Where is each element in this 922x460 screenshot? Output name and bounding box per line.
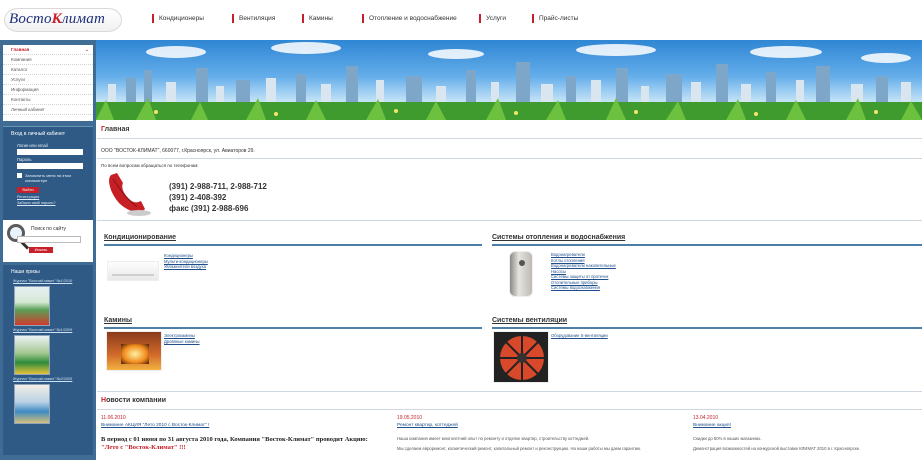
sidebar-item-services[interactable]: Услуги — [3, 75, 93, 85]
prizes-panel: Наши призы Журнал "ВостокКлимат" №1/2010… — [3, 265, 93, 455]
news-item: 19.05.2010 Ремонт квартир, коттеджей Наш… — [397, 415, 657, 452]
page-title: Главная — [101, 126, 130, 133]
divider — [97, 138, 922, 139]
divider — [97, 158, 922, 159]
product-link[interactable]: Системы защиты от протечек — [551, 274, 616, 280]
main-content: Главная ООО "ВОСТОК-КЛИМАТ", 660077, г.К… — [97, 121, 922, 460]
sidebar: Главная ⌄ Компания Каталог Услуги Информа… — [0, 40, 96, 460]
search-button[interactable]: Искать — [29, 247, 53, 253]
water-heater-image[interactable] — [509, 251, 533, 297]
news-title: Новости компании — [101, 397, 167, 404]
sidebar-item-account[interactable]: Личный кабинет — [3, 105, 93, 115]
login-title: Вход в личный кабинет — [11, 131, 65, 137]
remember-checkbox[interactable] — [17, 173, 22, 178]
product-link[interactable]: Оборудование S-вентиляции — [551, 333, 608, 339]
section-title-conditioning[interactable]: Кондиционирование — [104, 234, 176, 241]
fireplace-links: Электрокамины Дровяные камины — [164, 333, 200, 344]
login-label: Логин или email — [17, 143, 48, 148]
air-conditioner-image[interactable] — [107, 261, 159, 281]
fax-line: факс (391) 2-988-696 — [169, 204, 249, 213]
sidebar-item-information[interactable]: Информация — [3, 85, 93, 95]
register-link[interactable]: Регистрация — [3, 195, 93, 199]
product-link[interactable]: Электрокамины — [164, 333, 200, 339]
login-button[interactable]: Войти — [17, 187, 39, 193]
sidebar-item-company[interactable]: Компания — [3, 55, 93, 65]
search-title: Поиск по сайту — [31, 226, 67, 232]
sidebar-item-catalog[interactable]: Каталог — [3, 65, 93, 75]
prize-link[interactable]: Журнал "ВостокКлимат" №1/2010 — [3, 279, 93, 283]
news-promo-text: В период с 01 июня по 31 августа 2010 го… — [101, 436, 368, 451]
product-link[interactable]: Увлажнители воздуха — [164, 264, 208, 270]
news-item: 13.04.2010 Внимание акция! Скидки до 50%… — [693, 415, 918, 452]
logo-text: ВостоКлимат — [9, 11, 105, 27]
telephone-icon — [109, 173, 151, 216]
section-underline — [104, 244, 482, 246]
news-date: 11.06.2010 — [101, 415, 126, 421]
news-text: Мы сделаем евроремонт, косметический рем… — [397, 446, 642, 451]
search-input[interactable] — [17, 236, 81, 243]
sidebar-menu: Главная ⌄ Компания Каталог Услуги Информа… — [3, 45, 93, 121]
skyline-illustration — [96, 42, 922, 120]
nav-item-heating[interactable]: Отопление и водоснабжение — [362, 14, 457, 23]
news-date: 13.04.2010 — [693, 415, 719, 421]
prize-link[interactable]: Журнал "ВостокКлимат" №1/2009 — [3, 328, 93, 332]
fireplace-image[interactable] — [106, 331, 162, 371]
login-input[interactable] — [17, 149, 83, 155]
nav-item-services[interactable]: Услуги — [479, 14, 506, 23]
product-link[interactable]: Дровяные камины — [164, 339, 200, 345]
heating-links: Водонагреватели Котлы отопления Водонагр… — [551, 252, 616, 291]
section-underline — [104, 327, 482, 329]
ventilation-links: Оборудование S-вентиляции — [551, 333, 608, 339]
phone-line: (391) 2-988-711, 2-988-712 — [169, 182, 267, 191]
remember-me[interactable]: Запомнить меня на этом компьютере — [17, 173, 93, 183]
conditioning-links: Кондиционеры Мульти-кондиционеры Увлажни… — [164, 253, 208, 270]
news-item: 11.06.2010 Внимание АКЦИЯ "Лето 2010 с В… — [101, 415, 368, 452]
prizes-title: Наши призы — [11, 269, 40, 275]
city-banner — [96, 40, 922, 120]
phone-numbers: (391) 2-988-711, 2-988-712 (391) 2-408-3… — [169, 181, 267, 214]
section-title-ventilation[interactable]: Системы вентиляции — [492, 317, 567, 324]
phone-line: (391) 2-408-392 — [169, 193, 227, 202]
product-link[interactable]: Системы водоснабжения — [551, 285, 616, 291]
divider — [97, 391, 922, 392]
nav-item-fireplaces[interactable]: Камины — [302, 14, 333, 23]
company-address: ООО "ВОСТОК-КЛИМАТ", 660077, г.Красноярс… — [101, 148, 255, 154]
sidebar-item-contacts[interactable]: Контакты — [3, 95, 93, 105]
fan-icon — [500, 336, 544, 380]
product-link[interactable]: Водонагреватели накопительные — [551, 263, 616, 269]
remember-label: Запомнить меня на этом компьютере — [25, 173, 71, 183]
contact-note: По всем вопросам обращаться по телефонам… — [101, 163, 199, 168]
password-input[interactable] — [17, 163, 83, 169]
divider — [97, 409, 922, 410]
divider — [97, 220, 922, 221]
news-link[interactable]: Внимание АКЦИЯ "Лето 2010 с Восток-Клима… — [101, 423, 361, 428]
forgot-password-link[interactable]: Забыли свой пароль? — [3, 201, 93, 205]
prize-link[interactable]: Журнал "ВостокКлимат" №2/2009 — [3, 377, 93, 381]
magazine-cover-image[interactable] — [14, 384, 50, 424]
header: ВостоКлимат Кондиционеры Вентиляция Ками… — [0, 0, 922, 40]
section-title-heating[interactable]: Системы отопления и водоснабжения — [492, 234, 625, 241]
ventilation-fan-image[interactable] — [493, 331, 549, 383]
news-link[interactable]: Ремонт квартир, коттеджей — [397, 423, 657, 428]
section-underline — [492, 327, 922, 329]
nav-item-conditioners[interactable]: Кондиционеры — [152, 14, 204, 23]
news-date: 19.05.2010 — [397, 415, 423, 421]
news-text: Наша компания имеет многолетний опыт по … — [397, 436, 590, 441]
section-title-fireplaces[interactable]: Камины — [104, 317, 132, 324]
search-panel: Поиск по сайту Искать — [3, 220, 93, 262]
news-link[interactable]: Внимание акция! — [693, 423, 918, 428]
chevron-down-icon: ⌄ — [84, 47, 89, 53]
site-logo[interactable]: ВостоКлимат — [4, 8, 122, 32]
section-underline — [492, 244, 922, 246]
nav-item-pricelists[interactable]: Прайс-листы — [532, 14, 578, 23]
magazine-cover-image[interactable] — [14, 335, 50, 375]
nav-item-ventilation[interactable]: Вентиляция — [232, 14, 275, 23]
news-text: Демонстрация возможностей на конкурсной … — [693, 446, 861, 451]
magazine-cover-image[interactable] — [14, 286, 50, 326]
news-text: Скидки до 50% в наших магазинах. — [693, 436, 762, 441]
password-label: Пароль — [17, 157, 32, 162]
sidebar-item-home[interactable]: Главная ⌄ — [3, 45, 93, 55]
